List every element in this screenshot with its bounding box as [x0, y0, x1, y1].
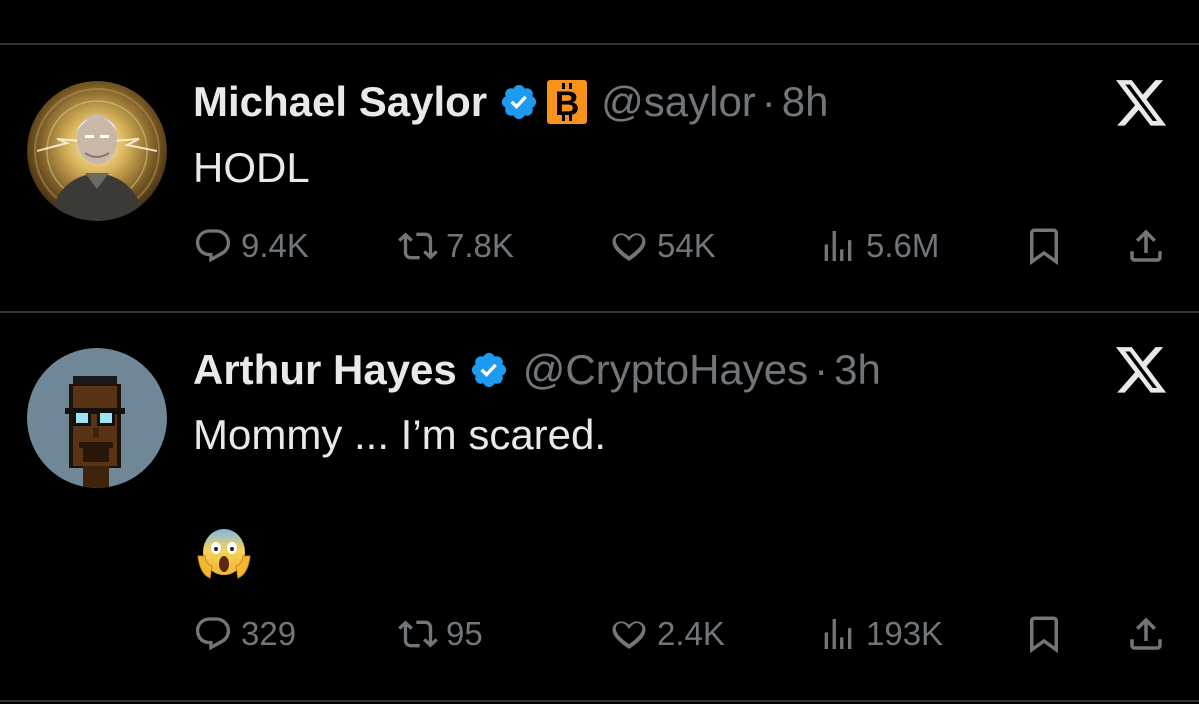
bar-chart-icon	[818, 614, 858, 654]
views-button[interactable]: 5.6M	[818, 222, 939, 270]
verified-badge-icon	[469, 350, 509, 390]
user-handle[interactable]: @CryptoHayes	[523, 345, 808, 395]
tweet-card[interactable]: Arthur Hayes @CryptoHayes · 3h Mommy ...…	[0, 312, 1199, 702]
share-button[interactable]	[1125, 222, 1167, 270]
tweet-text: HODL	[193, 144, 310, 191]
x-logo-icon[interactable]	[1116, 80, 1168, 128]
reply-count: 329	[241, 615, 297, 652]
views-count: 193K	[866, 615, 944, 652]
display-name[interactable]: Arthur Hayes	[193, 345, 457, 395]
views-count: 5.6M	[866, 227, 940, 264]
like-count: 54K	[657, 227, 716, 264]
share-button[interactable]	[1125, 610, 1167, 658]
reply-button[interactable]: 329	[193, 610, 296, 658]
avatar[interactable]	[27, 81, 167, 221]
bitcoin-badge-icon: B	[547, 80, 588, 124]
display-name[interactable]: Michael Saylor	[193, 77, 487, 127]
views-button[interactable]: 193K	[818, 610, 943, 658]
repost-arrows-icon	[398, 614, 438, 654]
separator-dot: ·	[761, 78, 776, 125]
speech-bubble-icon	[193, 226, 233, 266]
heart-icon	[609, 614, 649, 654]
tweet-header: Arthur Hayes @CryptoHayes · 3h	[193, 345, 881, 395]
reply-button[interactable]: 9.4K	[193, 222, 309, 270]
action-bar: 9.4K 7.8K 54K 5.6M	[193, 222, 1171, 270]
repost-count: 7.8K	[446, 227, 514, 264]
bookmark-icon	[1023, 613, 1065, 655]
share-upload-icon	[1125, 225, 1167, 267]
svg-text:B: B	[555, 85, 580, 123]
share-upload-icon	[1125, 613, 1167, 655]
speech-bubble-icon	[193, 614, 233, 654]
heart-icon	[609, 226, 649, 266]
tweet-text: Mommy ... I’m scared.	[193, 411, 607, 458]
repost-arrows-icon	[398, 226, 438, 266]
tweet-card[interactable]: Michael Saylor B @saylor · 8h HODL 9.4K …	[0, 0, 1199, 312]
timestamp[interactable]: 3h	[834, 345, 881, 395]
user-handle[interactable]: @saylor	[601, 77, 756, 127]
repost-button[interactable]: 95	[398, 610, 483, 658]
like-button[interactable]: 54K	[609, 222, 716, 270]
bookmark-button[interactable]	[1023, 610, 1065, 658]
tweet-feed: Michael Saylor B @saylor · 8h HODL 9.4K …	[0, 0, 1199, 704]
x-logo-icon[interactable]	[1116, 347, 1168, 395]
bookmark-button[interactable]	[1023, 222, 1065, 270]
repost-button[interactable]: 7.8K	[398, 222, 514, 270]
tweet-header: Michael Saylor B @saylor · 8h	[193, 77, 829, 127]
like-button[interactable]: 2.4K	[609, 610, 725, 658]
timestamp[interactable]: 8h	[782, 77, 829, 127]
verified-badge-icon	[499, 82, 539, 122]
reply-count: 9.4K	[241, 227, 309, 264]
divider-bottom	[0, 700, 1199, 702]
action-bar: 329 95 2.4K 193K	[193, 610, 1171, 658]
avatar[interactable]	[27, 348, 167, 488]
bookmark-icon	[1023, 225, 1065, 267]
repost-count: 95	[446, 615, 483, 652]
screaming-face-emoji	[196, 526, 252, 582]
separator-dot: ·	[814, 346, 829, 393]
like-count: 2.4K	[657, 615, 725, 652]
bar-chart-icon	[818, 226, 858, 266]
